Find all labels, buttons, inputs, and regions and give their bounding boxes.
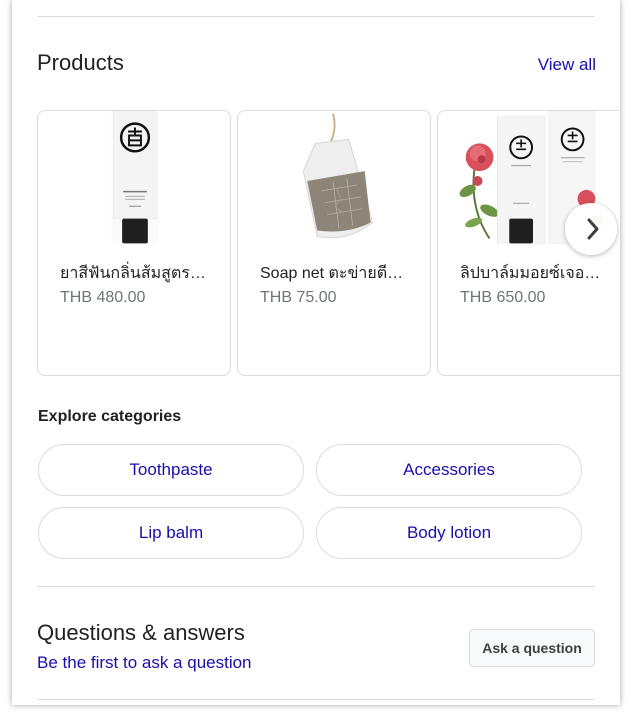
products-heading: Products <box>37 50 124 75</box>
carousel-next-button[interactable] <box>565 203 617 255</box>
category-chip-toothpaste[interactable]: Toothpaste <box>38 444 304 496</box>
product-name: Soap net ตะข่ายตี… <box>260 265 404 282</box>
bottom-divider <box>37 699 595 700</box>
view-all-link[interactable]: View all <box>538 55 596 75</box>
product-panel: Products View all ยาสีฟันกลิ่นส้มสูตร… T… <box>12 0 620 705</box>
section-divider <box>37 586 595 587</box>
product-name: ยาสีฟันกลิ่นส้มสูตร… <box>60 265 206 282</box>
product-price: THB 650.00 <box>460 289 546 306</box>
product-name: ลิปบาล์มมอยซ์เจอ… <box>460 265 601 282</box>
product-price: THB 480.00 <box>60 289 146 306</box>
toothpaste-tube-image <box>111 111 159 244</box>
category-chip-body-lotion[interactable]: Body lotion <box>316 507 582 559</box>
soap-net-image <box>302 113 374 239</box>
product-card-toothpaste[interactable]: ยาสีฟันกลิ่นส้มสูตร… THB 480.00 <box>37 110 231 376</box>
product-carousel: ยาสีฟันกลิ่นส้มสูตร… THB 480.00 Soap net… <box>37 110 620 378</box>
chevron-right-icon <box>587 218 599 240</box>
category-chip-lip-balm[interactable]: Lip balm <box>38 507 304 559</box>
product-price: THB 75.00 <box>260 289 337 306</box>
top-divider <box>37 16 595 17</box>
category-chip-accessories[interactable]: Accessories <box>316 444 582 496</box>
product-card-soap-net[interactable]: Soap net ตะข่ายตี… THB 75.00 <box>237 110 431 376</box>
ask-question-button[interactable]: Ask a question <box>469 629 595 667</box>
explore-categories-heading: Explore categories <box>38 408 182 425</box>
qa-heading: Questions & answers <box>37 620 245 645</box>
first-question-link[interactable]: Be the first to ask a question <box>37 653 252 673</box>
